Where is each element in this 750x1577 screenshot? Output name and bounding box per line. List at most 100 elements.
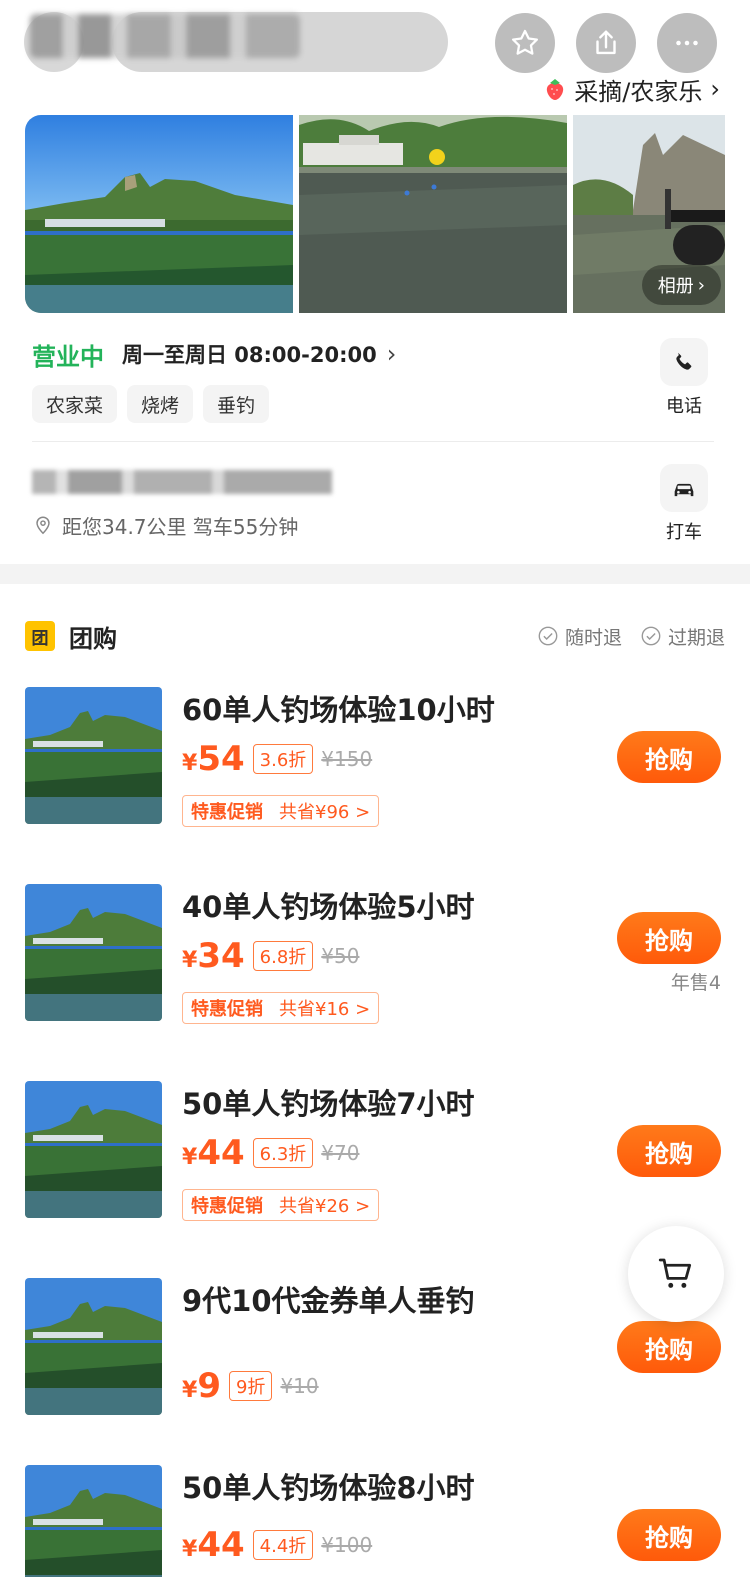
deal-title: 50单人钓场体验8小时: [182, 1471, 475, 1505]
chevron-right-icon: ›: [697, 274, 705, 296]
deal-price: ¥34: [182, 936, 245, 976]
deal-title: 9代10代金券单人垂钓: [182, 1284, 475, 1318]
annual-sales: 年售4: [670, 972, 721, 994]
taxi-button[interactable]: 打车: [654, 464, 714, 544]
category-link[interactable]: 采摘/农家乐 ›: [544, 72, 720, 106]
header: 采摘/农家乐 ›: [0, 0, 750, 110]
deal-thumbnail: [25, 1081, 162, 1218]
price-row: ¥54 3.6折 ¥150: [182, 739, 372, 779]
promo-badge[interactable]: 特惠促销 共省¥26 >: [182, 1189, 380, 1221]
deal-photo: [25, 884, 162, 1021]
hours-text: 周一至周日 08:00-20:00: [122, 343, 377, 367]
strawberry-icon: [547, 79, 564, 100]
deal-thumbnail: [25, 1278, 162, 1415]
deal-item[interactable]: 50单人钓场体验7小时 ¥44 6.3折 ¥70 特惠促销 共省¥26 > 抢购: [25, 1081, 725, 1221]
discount-badge: 6.8折: [252, 941, 314, 971]
gallery-photo[interactable]: [25, 115, 293, 313]
deal-thumbnail: [25, 884, 162, 1021]
original-price: ¥10: [280, 1374, 319, 1398]
price-row: ¥44 6.3折 ¥70: [182, 1133, 359, 1173]
policy-label: 过期退: [667, 626, 725, 649]
divider: [32, 441, 714, 442]
refund-policies: 随时退 过期退: [537, 623, 725, 650]
star-icon: [511, 29, 539, 55]
deal-item[interactable]: 60单人钓场体验10小时 ¥54 3.6折 ¥150 特惠促销 共省¥96 > …: [25, 687, 725, 827]
favorite-button[interactable]: [495, 13, 555, 73]
category-label: 采摘/农家乐: [574, 77, 703, 106]
distance-text: 距您34.7公里 驾车55分钟: [62, 514, 299, 539]
business-hours[interactable]: 营业中 周一至周日 08:00-20:00 ›: [32, 334, 396, 374]
group-buy-badge: 团: [25, 621, 55, 651]
section-separator: [0, 564, 750, 584]
policy-item: 过期退: [640, 623, 725, 650]
price-row: ¥34 6.8折 ¥50: [182, 936, 359, 976]
album-button[interactable]: 相册 ›: [641, 265, 721, 305]
fishing-pond-photo: [299, 115, 567, 313]
deal-thumbnail: [25, 687, 162, 824]
shop-name-blurred: [30, 14, 300, 58]
chevron-right-icon: ›: [710, 75, 720, 103]
distance-info[interactable]: 距您34.7公里 驾车55分钟: [32, 510, 298, 540]
buy-button[interactable]: 抢购: [617, 1125, 721, 1177]
buy-button[interactable]: 抢购: [617, 1321, 721, 1373]
check-circle-icon: [641, 626, 661, 646]
deal-thumbnail: [25, 1465, 162, 1577]
deal-title: 40单人钓场体验5小时: [182, 890, 475, 924]
deal-photo: [25, 687, 162, 824]
deal-item[interactable]: 9代10代金券单人垂钓 ¥9 9折 ¥10 抢购: [25, 1278, 725, 1418]
share-button[interactable]: [576, 13, 636, 73]
deal-price: ¥9: [182, 1366, 221, 1406]
share-icon: [596, 30, 616, 55]
deal-photo: [25, 1081, 162, 1218]
discount-badge: 3.6折: [252, 744, 314, 774]
promo-badge[interactable]: 特惠促销 共省¥96 >: [182, 795, 380, 827]
location-pin-icon: [36, 516, 50, 535]
lake-mountain-photo: [25, 115, 293, 313]
gallery-photo[interactable]: 相册 ›: [573, 115, 725, 313]
policy-label: 随时退: [564, 626, 622, 649]
album-label: 相册: [657, 276, 694, 297]
taxi-label: 打车: [666, 522, 702, 543]
deal-title: 60单人钓场体验10小时: [182, 693, 495, 727]
more-icon: [676, 40, 698, 46]
phone-icon: [660, 338, 708, 386]
group-buy-header: 团 团购 随时退 过期退: [25, 618, 725, 654]
deal-item[interactable]: 40单人钓场体验5小时 ¥34 6.8折 ¥50 特惠促销 共省¥16 > 抢购…: [25, 884, 725, 1024]
cart-icon: [658, 1258, 692, 1288]
check-circle-icon: [538, 626, 558, 646]
feature-tag: 垂钓: [203, 385, 270, 423]
cart-button[interactable]: [628, 1226, 724, 1322]
discount-badge: 6.3折: [252, 1138, 314, 1168]
original-price: ¥70: [321, 1141, 360, 1165]
open-status: 营业中: [32, 342, 104, 371]
price-row: ¥9 9折 ¥10: [182, 1366, 319, 1406]
price-row: ¥44 4.4折 ¥100: [182, 1525, 372, 1565]
photo-gallery[interactable]: 相册 ›: [25, 115, 725, 313]
feature-tag: 农家菜: [32, 385, 118, 423]
discount-badge: 9折: [228, 1371, 273, 1401]
discount-badge: 4.4折: [252, 1530, 314, 1560]
buy-button[interactable]: 抢购: [617, 1509, 721, 1561]
phone-button[interactable]: 电话: [654, 338, 714, 418]
phone-label: 电话: [666, 396, 702, 417]
deal-item[interactable]: 50单人钓场体验8小时 ¥44 4.4折 ¥100 抢购: [25, 1465, 725, 1577]
buy-button[interactable]: 抢购: [617, 731, 721, 783]
deal-photo: [25, 1278, 162, 1415]
feature-tag: 烧烤: [127, 385, 194, 423]
more-button[interactable]: [657, 13, 717, 73]
feature-tags: 农家菜 烧烤 垂钓: [32, 385, 270, 423]
promo-badge[interactable]: 特惠促销 共省¥16 >: [182, 992, 380, 1024]
deal-price: ¥44: [182, 1133, 245, 1173]
buy-button[interactable]: 抢购: [617, 912, 721, 964]
group-buy-title: 团购: [69, 624, 117, 653]
deal-title: 50单人钓场体验7小时: [182, 1087, 475, 1121]
original-price: ¥150: [321, 747, 373, 771]
original-price: ¥100: [321, 1533, 373, 1557]
gallery-photo[interactable]: [299, 115, 567, 313]
original-price: ¥50: [321, 944, 360, 968]
car-icon: [660, 464, 708, 512]
address-blurred[interactable]: [32, 470, 332, 494]
chevron-right-icon: ›: [386, 340, 397, 368]
deal-photo: [25, 1465, 162, 1577]
policy-item: 随时退: [537, 623, 622, 650]
